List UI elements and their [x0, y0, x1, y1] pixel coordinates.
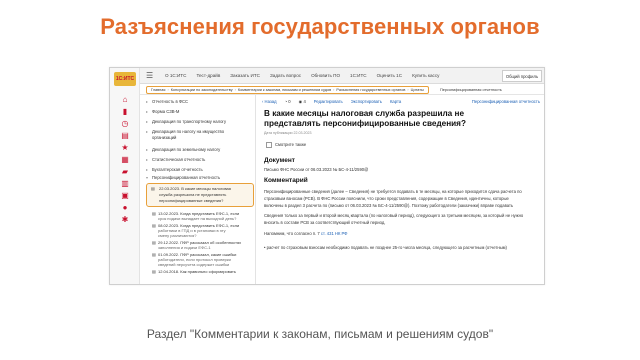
- topnav-order[interactable]: Заказать ИТС: [225, 68, 265, 84]
- section-heading-comment: Комментарий: [264, 177, 308, 184]
- document-reference[interactable]: Письмо ФНС России от 06.03.2023 № БС-4-1…: [264, 167, 368, 172]
- document-icon: ▤: [152, 240, 156, 245]
- paragraph: Напомним, что согласно п. 7 ст. 431 НК Р…: [264, 231, 348, 236]
- breadcrumb-current[interactable]: Персонифицированная отчетность: [440, 86, 502, 94]
- folder-icon: ▸: [146, 109, 149, 114]
- calculator-icon[interactable]: ▦: [121, 156, 129, 164]
- topnav-test-drive[interactable]: Тест-драйв: [191, 68, 225, 84]
- topnav-buy[interactable]: Купить кассу: [407, 68, 444, 84]
- settings-icon[interactable]: ✱: [121, 216, 129, 224]
- topnav-update[interactable]: Обновить ПО: [306, 68, 345, 84]
- back-button[interactable]: ‹ Назад: [262, 98, 277, 106]
- paragraph-line: включены в раздел 3 расчета по (письмо о…: [264, 203, 514, 208]
- profile-button[interactable]: Общий профиль: [502, 70, 542, 82]
- document-icon: ▤: [151, 186, 155, 191]
- folder-icon: ▸: [146, 129, 149, 134]
- slide-title: Разъяснения государственных органов: [100, 14, 540, 39]
- publication-date: Дата публикации 22.03.2023: [264, 131, 312, 135]
- topnav-rate[interactable]: Оценить 1С: [372, 68, 407, 84]
- breadcrumb-item[interactable]: Главная: [149, 88, 167, 92]
- chart-icon[interactable]: ▥: [121, 180, 129, 188]
- tree-sub-item-line: сведений персучета содержит ошибки: [158, 262, 230, 267]
- tree-item[interactable]: ▸ Форма СЗВ-М: [146, 109, 179, 114]
- tree-selected-item[interactable]: ▤ 22.03.2023. В какие месяцы налоговая с…: [146, 183, 254, 207]
- tree-item[interactable]: ▸ Декларация по земельному налогу: [146, 147, 220, 152]
- breadcrumb: Главная › Консультации по законодательств…: [146, 86, 429, 94]
- bookmark-icon[interactable]: ▮: [121, 108, 129, 116]
- breadcrumb-item[interactable]: Цитаты: [409, 88, 426, 92]
- tree-item[interactable]: ▸ Отчетность в ФСС: [146, 99, 188, 104]
- folder-open-icon: ▾: [146, 175, 149, 180]
- bullet-item: • расчет по страховым взносам необходимо…: [264, 245, 507, 250]
- book-icon[interactable]: ▣: [121, 192, 129, 200]
- document-toolbar: ‹ Назад ◔ 0 ◉ 4 Редактировать Экспортиро…: [262, 98, 401, 106]
- document-icon: ▤: [152, 211, 156, 216]
- topnav-about[interactable]: О 1С:ИТС: [160, 68, 191, 84]
- left-rail: 1С:ИТС ⌂ ▮ ◷ ▤ ★ ▦ ▰ ▥ ▣ ● ✱: [110, 68, 140, 284]
- topnav-ask[interactable]: Задать вопрос: [265, 68, 306, 84]
- document-icon: ▤: [152, 223, 156, 228]
- paragraph-line: Сведения только за первый и второй месяц…: [264, 213, 524, 218]
- tree-sub-item-line: смену различаются?: [158, 233, 197, 238]
- topnav-its[interactable]: 1С:ИТС: [345, 68, 372, 84]
- star-icon[interactable]: ★: [121, 144, 129, 152]
- law-link[interactable]: ст. 431 НК РФ: [321, 231, 348, 236]
- folder-icon: ▸: [146, 99, 149, 104]
- section-heading-document: Документ: [264, 157, 295, 164]
- tree-item[interactable]: ▸ Декларация по налогу на имущество: [146, 129, 224, 134]
- tree-sub-item-line: заполнения и подачи ЕФС-1: [158, 245, 211, 250]
- breadcrumb-item[interactable]: Разъяснения государственных органов: [334, 88, 407, 92]
- app-screenshot: 1С:ИТС ⌂ ▮ ◷ ▤ ★ ▦ ▰ ▥ ▣ ● ✱ ☰ О 1С:ИТС …: [109, 67, 545, 285]
- navigation-tree: ▸ Отчетность в ФСС ▸ Форма СЗВ-М ▸ Декларац…: [140, 95, 256, 284]
- breadcrumb-item[interactable]: Консультации по законодательству: [169, 88, 235, 92]
- edit-button[interactable]: Редактировать: [314, 98, 343, 106]
- folder-icon[interactable]: ▰: [121, 168, 129, 176]
- tree-selected-line: служба разрешила не представлять: [159, 192, 227, 197]
- tree-item-continuation: организаций: [152, 135, 177, 140]
- tree-item[interactable]: ▸ Бухгалтерская отчетность: [146, 167, 203, 172]
- tree-sub-item[interactable]: 12.04.2018. Как правильно сформировать: [158, 269, 236, 274]
- home-icon[interactable]: ⌂: [121, 96, 129, 104]
- folder-icon: ▸: [146, 147, 149, 152]
- tree-item[interactable]: ▸ Декларация по транспортному налогу: [146, 119, 226, 124]
- top-nav: О 1С:ИТС Тест-драйв Заказать ИТС Задать …: [160, 68, 444, 84]
- views-counter: ◉ 4: [298, 99, 306, 104]
- tree-item[interactable]: ▸ Статистическая отчетность: [146, 157, 205, 162]
- folder-icon: ▸: [146, 157, 149, 162]
- paragraph-line: Персонифицированные сведения (далее – Св…: [264, 189, 522, 194]
- document-icon: ▤: [152, 252, 156, 257]
- its-logo[interactable]: 1С:ИТС: [114, 72, 136, 86]
- tree-sub-item-line: срок подачи выпадает на выходной день?: [158, 216, 237, 221]
- tree-item-expanded[interactable]: ▾ Персонифицированная отчетность: [146, 175, 220, 180]
- top-navigation-bar: ☰ О 1С:ИТС Тест-драйв Заказать ИТС Задат…: [140, 68, 544, 84]
- user-icon[interactable]: ●: [121, 204, 129, 212]
- hamburger-menu-icon[interactable]: ☰: [146, 71, 153, 81]
- document-icon: [266, 142, 272, 148]
- folder-icon: ▸: [146, 119, 149, 124]
- export-button[interactable]: Экспортировать: [351, 98, 382, 106]
- document-title: В какие месяцы налоговая служба разрешил…: [264, 109, 466, 128]
- slide-caption: Раздел "Комментарии к законам, письмам и…: [146, 327, 494, 341]
- paragraph-line: вносить в составе РСВ за соответствующий…: [264, 220, 386, 225]
- document-pane: ‹ Назад ◔ 0 ◉ 4 Редактировать Экспортиро…: [256, 95, 544, 284]
- clock-icon[interactable]: ◷: [121, 120, 129, 128]
- breadcrumb-bar: Главная › Консультации по законодательств…: [140, 84, 544, 95]
- paragraph-line: страховым взносам (РСВ). В ФНС России по…: [264, 196, 509, 201]
- folder-icon: ▸: [146, 167, 149, 172]
- breadcrumb-item[interactable]: Комментарии к законам, письмам и решения…: [236, 88, 333, 92]
- tree-selected-line: персонифицированные сведения?: [159, 198, 224, 203]
- document-icon: ▤: [152, 269, 156, 274]
- map-button[interactable]: Карта: [390, 98, 401, 106]
- section-link[interactable]: Персонифицированная отчетность: [472, 98, 540, 106]
- like-counter[interactable]: ◔ 0: [285, 98, 291, 106]
- tree-selected-line: 22.03.2023. В какие месяцы налоговая: [159, 186, 231, 191]
- see-also-link[interactable]: Смотрите также: [266, 142, 306, 148]
- document-icon[interactable]: ▤: [121, 132, 129, 140]
